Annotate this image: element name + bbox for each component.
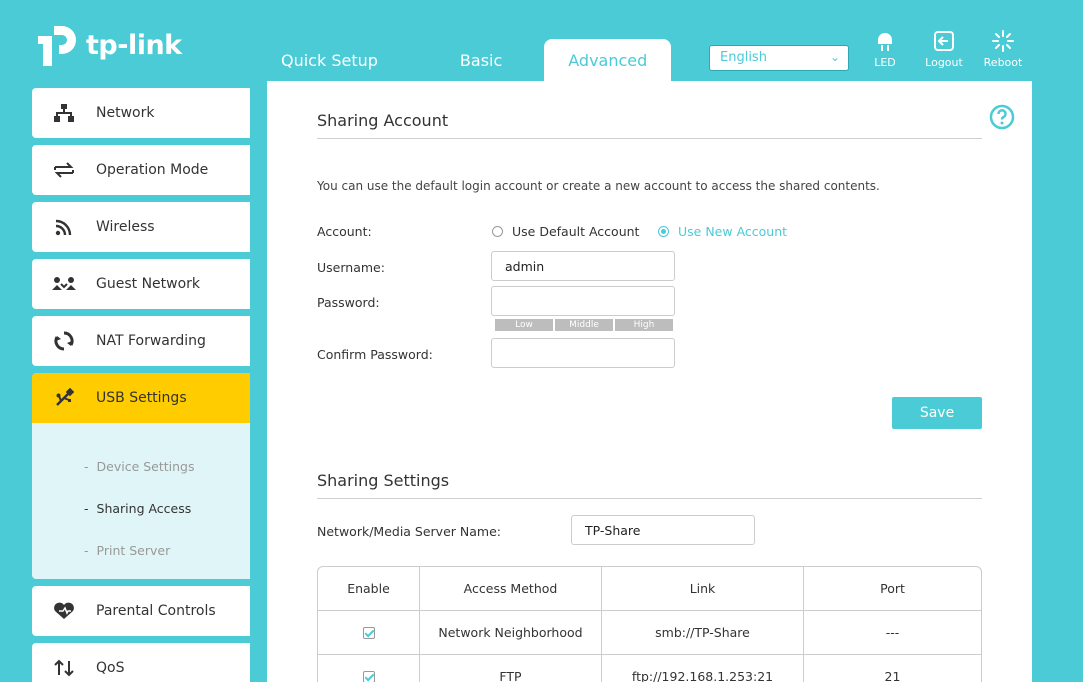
sidebar: Network Operation Mode Wireless Guest Ne…: [32, 88, 250, 682]
radio-label: Use Default Account: [512, 224, 640, 239]
reboot-button[interactable]: Reboot: [978, 30, 1028, 69]
qos-icon: [32, 659, 96, 677]
sidebar-item-label: USB Settings: [96, 390, 187, 406]
sidebar-item-label: Operation Mode: [96, 162, 209, 178]
tab-basic[interactable]: Basic: [442, 39, 520, 81]
link-cell: smb://TP-Share: [602, 611, 804, 654]
radio-use-new-account[interactable]: Use New Account: [658, 224, 787, 239]
chevron-down-icon: ⌄: [829, 50, 840, 64]
sidebar-item-label: Network: [96, 105, 155, 121]
table-row: FTP ftp://192.168.1.253:21 21: [318, 655, 981, 682]
main-panel: Sharing Account You can use the default …: [267, 81, 1032, 682]
enable-checkbox[interactable]: [362, 670, 375, 682]
strength-high: High: [615, 319, 673, 331]
language-selected: English: [720, 50, 767, 65]
reboot-label: Reboot: [983, 56, 1023, 69]
port-cell: 21: [884, 669, 901, 682]
radio-dot: [658, 226, 669, 237]
enable-cell: [318, 611, 420, 654]
sidebar-item-operation-mode[interactable]: Operation Mode: [32, 145, 250, 195]
tab-quick-setup[interactable]: Quick Setup: [263, 39, 396, 81]
access-method-cell: FTP: [420, 655, 602, 682]
section-divider: [317, 498, 982, 499]
network-icon: [32, 104, 96, 122]
sidebar-item-qos[interactable]: QoS: [32, 643, 250, 682]
radio-dot: [492, 226, 503, 237]
username-label: Username:: [317, 260, 385, 275]
section-divider: [317, 138, 982, 139]
sidebar-item-nat-forwarding[interactable]: NAT Forwarding: [32, 316, 250, 366]
tp-link-logo: tp-link: [32, 20, 182, 70]
sidebar-item-label: NAT Forwarding: [96, 333, 206, 349]
tp-link-logo-mark-icon: [32, 20, 82, 70]
wireless-icon: [32, 218, 96, 236]
submenu-item-label: Sharing Access: [96, 500, 192, 516]
submenu-item-label: Device Settings: [96, 458, 195, 474]
strength-middle: Middle: [555, 319, 613, 331]
sidebar-item-usb-settings[interactable]: USB Settings: [32, 373, 250, 423]
sidebar-item-label: Guest Network: [96, 276, 201, 292]
sidebar-item-label: Parental Controls: [96, 603, 216, 619]
led-label: LED: [874, 56, 896, 69]
header-access-method: Access Method: [420, 567, 602, 610]
save-button[interactable]: Save: [892, 397, 982, 429]
header-port: Port: [880, 581, 905, 596]
radio-label: Use New Account: [678, 224, 788, 239]
submenu-item-device-settings[interactable]: - Device Settings: [32, 445, 250, 487]
language-select[interactable]: English ⌄: [709, 45, 849, 71]
logout-button[interactable]: Logout: [919, 30, 969, 69]
submenu-item-label: Print Server: [96, 542, 171, 558]
header-enable: Enable: [318, 567, 420, 610]
username-input[interactable]: admin: [491, 251, 675, 281]
brand-name: tp-link: [86, 29, 182, 61]
confirm-password-label: Confirm Password:: [317, 347, 433, 362]
sharing-account-description: You can use the default login account or…: [317, 179, 880, 193]
table-header-row: Enable Access Method Link Port: [318, 567, 981, 611]
led-icon: [878, 33, 892, 51]
sidebar-item-wireless[interactable]: Wireless: [32, 202, 250, 252]
enable-checkbox[interactable]: [362, 626, 375, 639]
header-link: Link: [602, 567, 804, 610]
sidebar-item-network[interactable]: Network: [32, 88, 250, 138]
link-cell: ftp://192.168.1.253:21: [602, 655, 804, 682]
parental-controls-icon: [32, 602, 96, 620]
strength-low: Low: [495, 319, 553, 331]
help-icon: [989, 104, 1015, 130]
sharing-table: Enable Access Method Link Port Network N…: [317, 566, 982, 682]
tab-advanced[interactable]: Advanced: [544, 39, 672, 81]
confirm-password-input[interactable]: [491, 338, 675, 368]
usb-icon: [32, 388, 96, 408]
password-strength-meter: Low Middle High: [495, 319, 675, 331]
guest-network-icon: [32, 275, 96, 293]
submenu-item-print-server[interactable]: - Print Server: [32, 529, 250, 571]
sidebar-item-parental-controls[interactable]: Parental Controls: [32, 586, 250, 636]
nat-forwarding-icon: [32, 331, 96, 351]
sharing-account-title: Sharing Account: [317, 111, 449, 130]
led-button[interactable]: LED: [860, 30, 910, 69]
logout-label: Logout: [925, 56, 963, 69]
operation-mode-icon: [32, 161, 96, 179]
radio-use-default-account[interactable]: Use Default Account: [492, 224, 639, 239]
sidebar-item-guest-network[interactable]: Guest Network: [32, 259, 250, 309]
reboot-icon: [992, 30, 1014, 52]
enable-cell: [318, 655, 420, 682]
help-button[interactable]: [989, 104, 1015, 134]
sharing-settings-title: Sharing Settings: [317, 471, 450, 490]
account-label: Account:: [317, 224, 372, 239]
password-input[interactable]: [491, 286, 675, 316]
main-tabs: Quick Setup Basic Advanced: [263, 39, 672, 81]
access-method-cell: Network Neighborhood: [420, 611, 602, 654]
server-name-label: Network/Media Server Name:: [317, 524, 501, 539]
usb-submenu: - Device Settings - Sharing Access - Print …: [32, 423, 250, 579]
submenu-item-sharing-access[interactable]: - Sharing Access: [32, 487, 250, 529]
port-cell: ---: [885, 625, 900, 640]
table-row: Network Neighborhood smb://TP-Share ---: [318, 611, 981, 655]
logout-icon: [934, 31, 954, 51]
sidebar-item-label: Wireless: [96, 219, 155, 235]
sidebar-item-label: QoS: [96, 660, 125, 676]
server-name-input[interactable]: TP-Share: [571, 515, 755, 545]
password-label: Password:: [317, 295, 380, 310]
